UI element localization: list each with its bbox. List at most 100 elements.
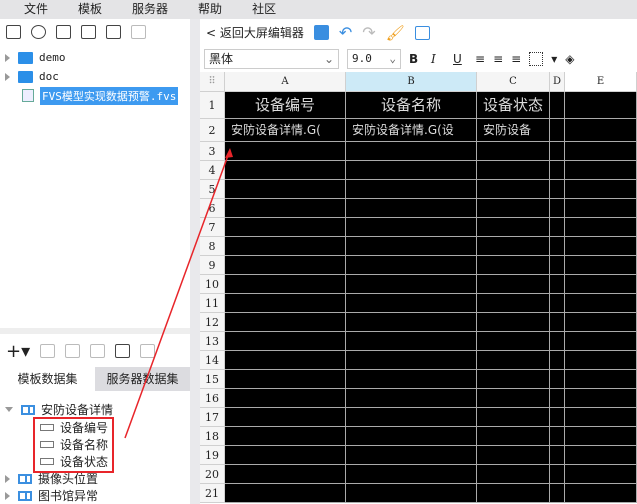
column-header[interactable]: D [550, 72, 565, 92]
undo-icon[interactable]: ↶ [339, 23, 352, 42]
back-button[interactable]: < 返回大屏编辑器 [206, 24, 304, 41]
column-header[interactable]: E [565, 72, 637, 92]
grid-cell[interactable] [565, 294, 637, 313]
grid-cell[interactable] [346, 275, 477, 294]
expand-icon[interactable] [5, 53, 10, 62]
grid-cell[interactable] [225, 199, 346, 218]
grid-cell[interactable] [346, 484, 477, 503]
tab-template-dataset[interactable]: 模板数据集 [0, 367, 95, 391]
grid-cell[interactable] [550, 408, 565, 427]
grid-cell[interactable] [225, 332, 346, 351]
tree-item-demo[interactable]: demo [0, 48, 190, 67]
grid-cell[interactable] [346, 142, 477, 161]
grid-cell[interactable] [550, 313, 565, 332]
grid-cell[interactable] [477, 446, 550, 465]
grid-cell[interactable] [550, 256, 565, 275]
collapse-gutter[interactable] [190, 19, 200, 504]
row-header[interactable]: 8 [200, 237, 225, 256]
grid-cell[interactable] [477, 408, 550, 427]
expand-icon[interactable] [5, 491, 10, 500]
grid-cell[interactable] [346, 218, 477, 237]
row-header[interactable]: 20 [200, 465, 225, 484]
grid-cell[interactable] [550, 161, 565, 180]
grid-cell[interactable] [477, 180, 550, 199]
grid-cell[interactable] [550, 446, 565, 465]
grid-cell[interactable] [565, 119, 637, 142]
grid-cell[interactable] [225, 218, 346, 237]
row-header[interactable]: 2 [200, 119, 225, 142]
grid-cell[interactable] [346, 351, 477, 370]
grid-cell[interactable] [477, 199, 550, 218]
grid-cell[interactable] [565, 465, 637, 484]
grid-cell[interactable] [346, 465, 477, 484]
bold-button[interactable]: B [409, 52, 423, 66]
grid-cell[interactable] [346, 161, 477, 180]
column-header[interactable]: C [477, 72, 550, 92]
menu-help[interactable]: 帮助 [198, 0, 222, 19]
font-select[interactable]: 黑体 ⌄ [204, 48, 339, 69]
grid-cell[interactable] [477, 332, 550, 351]
grid-cell[interactable] [477, 256, 550, 275]
row-header[interactable]: 1 [200, 92, 225, 119]
grid-cell[interactable] [565, 256, 637, 275]
grid-cell[interactable] [565, 218, 637, 237]
grid-cell[interactable] [477, 218, 550, 237]
row-header[interactable]: 3 [200, 142, 225, 161]
grid-cell[interactable] [565, 199, 637, 218]
grid-cell[interactable] [550, 218, 565, 237]
select-all-corner[interactable]: ⠿ [200, 72, 225, 92]
grid-cell[interactable] [565, 180, 637, 199]
add-icon[interactable]: +▾ [6, 341, 30, 362]
grid-cell[interactable] [225, 142, 346, 161]
row-header[interactable]: 5 [200, 180, 225, 199]
grid-cell[interactable] [550, 119, 565, 142]
grid-cell[interactable] [565, 237, 637, 256]
dataset-item[interactable]: 安防设备详情 [0, 400, 190, 419]
grid-cell[interactable] [565, 92, 637, 119]
settings-icon[interactable] [81, 25, 96, 39]
field-item[interactable]: 设备状态 [0, 453, 190, 470]
grid-cell[interactable] [225, 180, 346, 199]
grid-cell[interactable] [550, 427, 565, 446]
grid-cell[interactable] [565, 275, 637, 294]
border-icon[interactable] [529, 51, 544, 66]
grid-cell[interactable] [346, 389, 477, 408]
copy-icon[interactable] [131, 25, 146, 39]
dataset-item[interactable]: 摄像头位置 [0, 470, 190, 487]
tab-server-dataset[interactable]: 服务器数据集 [95, 367, 190, 391]
menu-community[interactable]: 社区 [252, 0, 276, 19]
row-header[interactable]: 15 [200, 370, 225, 389]
grid-cell[interactable] [225, 408, 346, 427]
grid-cell[interactable] [346, 256, 477, 275]
grid-cell[interactable] [565, 408, 637, 427]
dropdown-icon[interactable]: ▾ [551, 52, 557, 66]
grid-cell[interactable] [477, 427, 550, 446]
row-header[interactable]: 12 [200, 313, 225, 332]
field-item[interactable]: 设备编号 [0, 419, 190, 436]
grid-cell[interactable] [225, 313, 346, 332]
grid-cell[interactable] [346, 294, 477, 313]
grid-cell[interactable] [550, 351, 565, 370]
grid-cell[interactable] [225, 294, 346, 313]
row-header[interactable]: 6 [200, 199, 225, 218]
grid-cell[interactable] [225, 275, 346, 294]
text-search-icon[interactable] [414, 25, 430, 40]
delete-icon[interactable] [65, 344, 81, 358]
grid-cell[interactable] [565, 446, 637, 465]
grid-cell[interactable] [477, 275, 550, 294]
row-header[interactable]: 21 [200, 484, 225, 503]
grid-cell[interactable] [550, 332, 565, 351]
grid-cell[interactable] [477, 142, 550, 161]
align-left-icon[interactable]: ≡ [475, 52, 485, 66]
grid-cell[interactable] [346, 199, 477, 218]
row-header[interactable]: 11 [200, 294, 225, 313]
menu-template[interactable]: 模板 [78, 0, 102, 19]
grid-cell[interactable] [346, 427, 477, 446]
template-icon[interactable] [56, 25, 71, 39]
redo-icon[interactable]: ↷ [362, 23, 375, 42]
row-header[interactable]: 10 [200, 275, 225, 294]
row-header[interactable]: 4 [200, 161, 225, 180]
grid-cell[interactable] [225, 237, 346, 256]
grid-cell[interactable] [550, 92, 565, 119]
row-header[interactable]: 18 [200, 427, 225, 446]
